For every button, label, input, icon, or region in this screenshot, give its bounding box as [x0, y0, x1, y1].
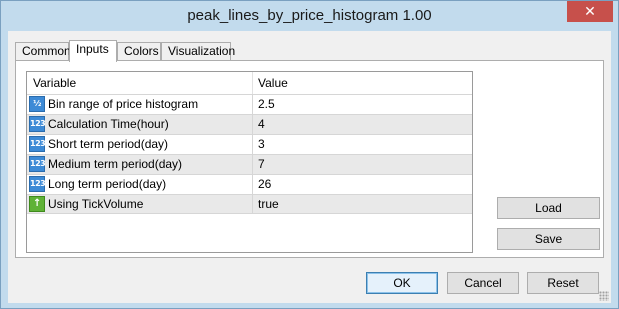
variable-name: Bin range of price histogram [48, 97, 199, 111]
value-cell[interactable]: true [258, 195, 279, 214]
tab-colors[interactable]: Colors [117, 42, 161, 61]
cancel-button[interactable]: Cancel [447, 272, 519, 294]
table-row[interactable]: 123 Medium term period(day) 7 [27, 154, 472, 174]
tab-inputs[interactable]: Inputs [69, 40, 117, 62]
table-row[interactable]: 123 Short term period(day) 3 [27, 134, 472, 154]
column-header-variable[interactable]: Variable [27, 72, 253, 94]
reset-button[interactable]: Reset [527, 272, 599, 294]
dialog-client: Common Inputs Colors Visualization Varia… [8, 31, 611, 303]
value-cell[interactable]: 7 [258, 155, 265, 174]
integer-icon: 123 [29, 156, 46, 172]
column-header-value[interactable]: Value [253, 72, 472, 94]
variable-cell: 123 Long term period(day) [27, 175, 253, 194]
boolean-icon: ↑ [29, 196, 45, 212]
value-cell[interactable]: 2.5 [258, 95, 275, 114]
grid-header: Variable Value [27, 72, 472, 94]
ok-button[interactable]: OK [366, 272, 438, 294]
resize-grip[interactable] [599, 291, 609, 301]
tab-common[interactable]: Common [15, 42, 71, 61]
close-button[interactable]: ✕ [567, 1, 613, 22]
value-cell[interactable]: 26 [258, 175, 271, 194]
fraction-icon: ½ [29, 96, 45, 112]
variable-name: Long term period(day) [48, 177, 167, 191]
integer-icon: 123 [29, 136, 46, 152]
variable-name: Using TickVolume [48, 197, 144, 211]
variable-cell: 123 Calculation Time(hour) [27, 115, 253, 134]
table-row[interactable]: ½ Bin range of price histogram 2.5 [27, 94, 472, 114]
table-row[interactable]: 123 Long term period(day) 26 [27, 174, 472, 194]
integer-icon: 123 [29, 176, 46, 192]
tab-visualization[interactable]: Visualization [161, 42, 235, 61]
window-title: peak_lines_by_price_histogram 1.00 [187, 7, 432, 24]
value-cell[interactable]: 3 [258, 135, 265, 154]
variable-cell: 123 Medium term period(day) [27, 155, 253, 174]
dialog-window: peak_lines_by_price_histogram 1.00 ✕ Com… [0, 0, 619, 309]
variable-name: Short term period(day) [48, 137, 169, 151]
title-bar[interactable]: peak_lines_by_price_histogram 1.00 ✕ [1, 1, 618, 31]
variable-cell: ↑ Using TickVolume [27, 195, 253, 214]
table-row[interactable]: ↑ Using TickVolume true [27, 194, 472, 214]
table-row[interactable]: 123 Calculation Time(hour) 4 [27, 114, 472, 134]
value-cell[interactable]: 4 [258, 115, 265, 134]
variable-name: Calculation Time(hour) [48, 117, 169, 131]
load-button[interactable]: Load [497, 197, 600, 219]
variable-cell: 123 Short term period(day) [27, 135, 253, 154]
save-button[interactable]: Save [497, 228, 600, 250]
integer-icon: 123 [29, 116, 46, 132]
variable-name: Medium term period(day) [48, 157, 183, 171]
variable-cell: ½ Bin range of price histogram [27, 95, 253, 114]
inputs-grid: Variable Value ½ Bin range of price hist… [26, 71, 473, 253]
inputs-panel: Variable Value ½ Bin range of price hist… [15, 60, 604, 258]
